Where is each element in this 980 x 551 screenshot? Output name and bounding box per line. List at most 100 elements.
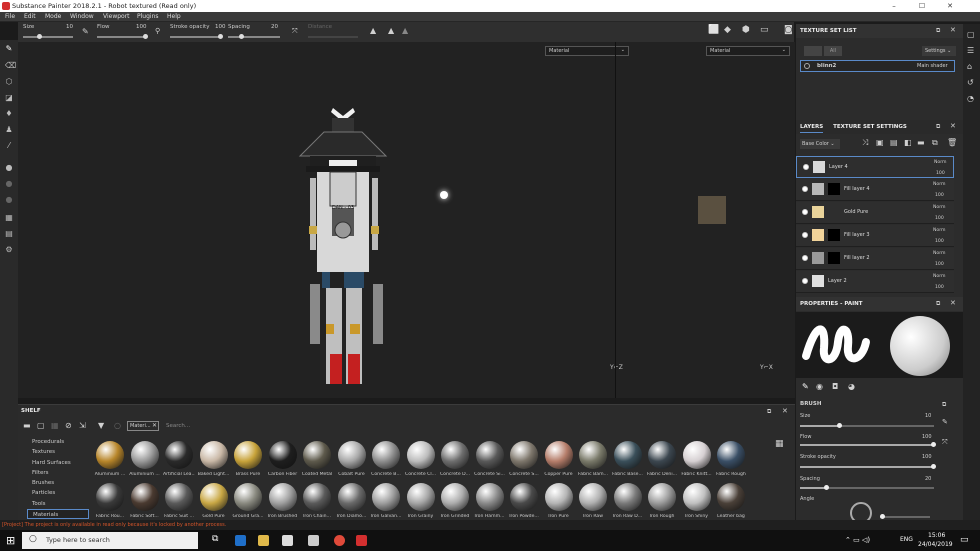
shelf-close-icon[interactable]: ✕ bbox=[782, 407, 788, 415]
material-item[interactable]: Gold Pure bbox=[198, 483, 230, 519]
lazy-mouse-icon[interactable]: ⤧ bbox=[292, 27, 298, 36]
gallery-icon[interactable]: ▦ bbox=[51, 421, 59, 430]
category-filters[interactable]: Filters bbox=[27, 468, 89, 478]
material-item[interactable]: Concrete B... bbox=[370, 441, 402, 477]
prop-stroke-value[interactable]: 100 bbox=[922, 454, 932, 460]
layer-opacity[interactable]: 100 bbox=[935, 193, 944, 198]
viewport-3d-mode-select[interactable]: Material bbox=[545, 46, 629, 56]
material-item[interactable]: Ground Gra... bbox=[232, 483, 264, 519]
folder-icon[interactable]: ▬ bbox=[23, 421, 31, 430]
close-button[interactable]: ✕ bbox=[938, 0, 962, 12]
texture-set-panel-icon[interactable]: ▢ bbox=[967, 30, 975, 39]
material-item[interactable]: Iron Powde... bbox=[508, 483, 540, 519]
size-pressure-icon[interactable]: ✎ bbox=[942, 418, 948, 426]
windows-start-icon[interactable]: ⊞ bbox=[6, 534, 15, 547]
prop-flow-value[interactable]: 100 bbox=[922, 434, 932, 440]
layer-visibility-icon[interactable] bbox=[803, 164, 809, 170]
tab-texture-set-settings[interactable]: TEXTURE SET SETTINGS bbox=[833, 124, 907, 130]
layer-blend-mode[interactable]: Norm bbox=[933, 251, 946, 256]
maximize-button[interactable]: ☐ bbox=[910, 0, 934, 12]
size-value[interactable]: 10 bbox=[66, 24, 73, 30]
clock-date[interactable]: 24/04/2019 bbox=[918, 541, 953, 548]
layers-panel-icon[interactable]: ☰ bbox=[967, 46, 974, 55]
stroke-opacity-slider[interactable] bbox=[170, 34, 223, 39]
material-item[interactable]: Iron Shiny bbox=[681, 483, 713, 519]
material-item[interactable]: Concrete S... bbox=[508, 441, 540, 477]
category-hard-surfaces[interactable]: Hard Surfaces bbox=[27, 458, 89, 468]
layer-row[interactable]: Gold Pure Norm 100 bbox=[796, 202, 954, 224]
light-gizmo[interactable] bbox=[440, 191, 448, 199]
material-item[interactable]: Fabric Base... bbox=[612, 441, 644, 477]
flow-value[interactable]: 100 bbox=[136, 24, 147, 30]
mail-icon[interactable] bbox=[308, 535, 319, 546]
store-icon[interactable] bbox=[282, 535, 293, 546]
material-tab-icon[interactable]: ◕ bbox=[848, 382, 855, 391]
view-cube-icon[interactable]: ⬢ bbox=[742, 25, 750, 35]
clock-time[interactable]: 15:06 bbox=[928, 532, 945, 539]
tab-layers[interactable]: LAYERS bbox=[800, 124, 824, 133]
distance-slider[interactable] bbox=[308, 36, 358, 38]
projection-tool-icon[interactable]: ⬡ bbox=[5, 78, 13, 86]
viewport-divider[interactable] bbox=[615, 42, 616, 398]
menu-file[interactable]: File bbox=[5, 13, 15, 20]
material-item[interactable]: Copper Pure bbox=[543, 441, 575, 477]
layer-row[interactable]: Fill layer 4 Norm 100 bbox=[796, 179, 954, 201]
layer-row[interactable]: Fill layer 2 Norm 100 bbox=[796, 248, 954, 270]
stencil-tab-icon[interactable]: ◘ bbox=[832, 382, 838, 391]
material-item[interactable]: Fabric Suit ... bbox=[163, 483, 195, 519]
material-item[interactable]: Leather bag bbox=[715, 483, 747, 519]
log-panel-icon[interactable]: ◔ bbox=[967, 94, 974, 103]
material-item[interactable]: Coated Metal bbox=[301, 441, 333, 477]
flow-pressure-icon[interactable]: ⤧ bbox=[942, 438, 948, 447]
material-item[interactable]: Iron Diamo... bbox=[336, 483, 368, 519]
display-settings-panel-icon[interactable]: ⌂ bbox=[967, 62, 972, 71]
layer-visibility-icon[interactable] bbox=[802, 186, 808, 192]
category-particles[interactable]: Particles bbox=[27, 488, 89, 498]
hide-icon[interactable]: ⊘ bbox=[65, 421, 72, 430]
texture-list-icon[interactable]: ▦ bbox=[5, 214, 13, 222]
layer-opacity[interactable]: 100 bbox=[935, 262, 944, 267]
flow-slider[interactable] bbox=[97, 34, 148, 39]
notifications-icon[interactable]: ▭ bbox=[960, 535, 969, 545]
taskbar-search-box[interactable]: Type here to search bbox=[22, 532, 198, 549]
material-item[interactable]: Carbon Fiber bbox=[267, 441, 299, 477]
chrome-icon[interactable] bbox=[334, 535, 345, 546]
material-item[interactable]: Fabric Deni... bbox=[646, 441, 678, 477]
add-fill-icon[interactable]: ▣ bbox=[876, 138, 884, 147]
clone-tool-icon[interactable]: ♟ bbox=[5, 126, 13, 134]
file-explorer-icon[interactable] bbox=[258, 535, 269, 546]
layer-mask-thumbnail[interactable] bbox=[828, 183, 840, 195]
task-view-icon[interactable]: ⧉ bbox=[212, 534, 218, 544]
add-mask-icon[interactable]: ◧ bbox=[904, 138, 912, 147]
tsl-settings-dropdown[interactable]: Settings ⌄ bbox=[922, 46, 956, 56]
category-brushes[interactable]: Brushes bbox=[27, 478, 89, 488]
menu-viewport[interactable]: Viewport bbox=[103, 13, 130, 20]
brush-tab-icon[interactable]: ✎ bbox=[802, 382, 809, 391]
spacing-value[interactable]: 20 bbox=[271, 24, 278, 30]
filter-icon[interactable]: ▼ bbox=[98, 421, 104, 430]
edge-browser-icon[interactable] bbox=[235, 535, 246, 546]
material-item[interactable]: Iron Brushed bbox=[267, 483, 299, 519]
channel-dropdown[interactable]: Base Color ⌄ bbox=[800, 139, 840, 149]
stroke-opacity-value[interactable]: 100 bbox=[215, 24, 226, 30]
layer-blend-mode[interactable]: Norm bbox=[934, 160, 947, 165]
category-procedurals[interactable]: Procedurals bbox=[27, 437, 89, 447]
eraser-tool-icon[interactable]: ⌫ bbox=[5, 62, 16, 70]
tray-icons[interactable]: ⌃ ▭ ◁) bbox=[845, 536, 870, 544]
spacing-slider[interactable] bbox=[228, 34, 280, 39]
props-undock-icon[interactable]: ⧉ bbox=[936, 300, 940, 308]
link-icon[interactable]: ○ bbox=[114, 421, 121, 430]
material-item[interactable]: Iron Hamm... bbox=[474, 483, 506, 519]
layer-row[interactable]: Fill layer 3 Norm 100 bbox=[796, 225, 954, 247]
material-item[interactable]: Fabric Bam... bbox=[577, 441, 609, 477]
layer-row[interactable]: Layer 2 Norm 100 bbox=[796, 271, 954, 293]
category-tools[interactable]: Tools bbox=[27, 499, 89, 509]
material-item[interactable]: Iron Grainy bbox=[405, 483, 437, 519]
language-indicator[interactable]: ENG bbox=[900, 536, 913, 543]
material-item[interactable]: Iron Pure bbox=[543, 483, 575, 519]
brush-undock-icon[interactable]: ⧉ bbox=[942, 401, 946, 409]
tsl-undock-icon[interactable]: ⧉ bbox=[936, 27, 940, 35]
display-settings-icon[interactable]: ⬜ bbox=[708, 25, 719, 35]
alpha-tab-icon[interactable]: ◉ bbox=[816, 382, 823, 391]
duplicate-icon[interactable]: ⧉ bbox=[932, 138, 938, 148]
